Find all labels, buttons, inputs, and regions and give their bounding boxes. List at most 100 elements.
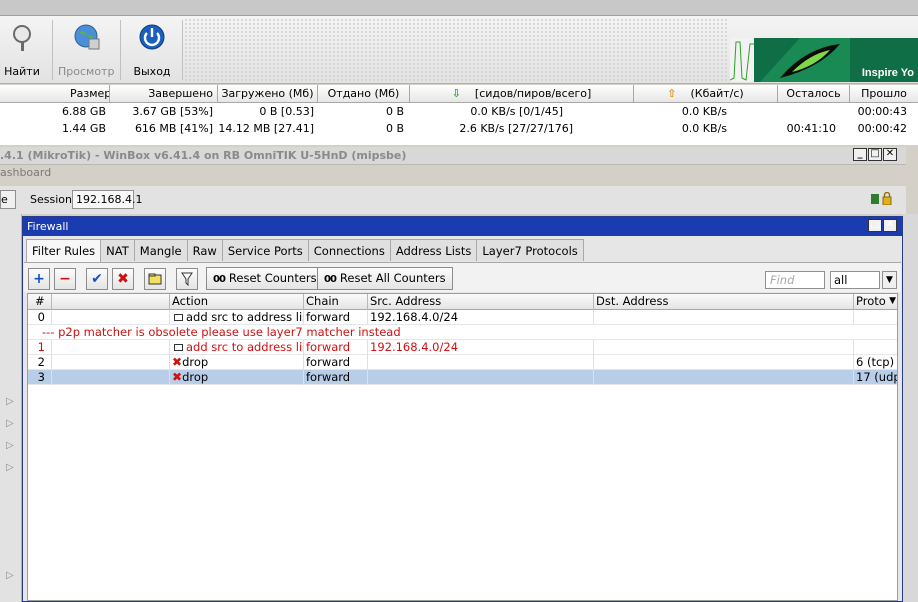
tab-raw[interactable]: Raw: [186, 239, 223, 261]
session-label: Session:: [30, 193, 76, 206]
submenu-arrow-icon[interactable]: ▷: [6, 418, 14, 429]
cell-action: ✖drop: [170, 355, 304, 370]
session-field[interactable]: 192.168.4.1: [72, 190, 142, 209]
tab-mangle[interactable]: Mangle: [133, 239, 188, 261]
speed-graph: [730, 38, 754, 82]
col-speed[interactable]: ⇧ (Кбайт/с): [634, 85, 778, 103]
cell-chain: forward: [304, 355, 368, 370]
dashboard-label: ashboard: [0, 166, 52, 179]
col-number[interactable]: #: [28, 294, 52, 310]
cell-uploaded: 0 B: [385, 105, 404, 118]
firewall-titlebar[interactable]: Firewall □ ✕: [23, 217, 902, 236]
tab-filter-rules[interactable]: Filter Rules: [26, 239, 102, 262]
col-chain[interactable]: Chain: [304, 294, 368, 310]
counter-icon: 00: [324, 274, 337, 285]
table-row-selected[interactable]: 3 ✖drop forward 17 (udp): [28, 370, 897, 385]
download-arrow-icon: ⇩: [451, 87, 461, 100]
remove-icon[interactable]: −: [54, 268, 76, 290]
drop-x-icon: ✖: [172, 370, 183, 384]
status-indicator-icon: [871, 194, 879, 204]
workspace-edge: [903, 214, 918, 602]
tab-address-lists[interactable]: Address Lists: [389, 239, 478, 261]
cell-blank: [52, 355, 170, 370]
sort-arrow-icon: ▼: [889, 296, 896, 306]
table-row[interactable]: 0 add src to address list forward 192.16…: [28, 310, 897, 325]
firewall-window: Firewall □ ✕ Filter Rules NAT Mangle Raw…: [22, 216, 903, 602]
dropdown-arrow-icon[interactable]: ▼: [882, 271, 897, 289]
preview-button[interactable]: Просмотр: [58, 22, 114, 80]
cell-done: 3.67 GB [53%]: [132, 105, 213, 118]
cell-dst-address: [594, 340, 854, 355]
col-speed-label: (Кбайт/с): [690, 87, 744, 100]
cell-action-text: add src to address list: [186, 310, 304, 324]
torrent-row[interactable]: 6.88 GB 3.67 GB [53%] 0 B [0.53] 0 B 0.0…: [0, 103, 918, 120]
exit-button[interactable]: Выход: [128, 22, 176, 80]
tab-layer7-protocols[interactable]: Layer7 Protocols: [476, 239, 584, 261]
side-menu-button[interactable]: e: [0, 190, 16, 209]
table-row-disabled[interactable]: 1 add src to address list forward 192.16…: [28, 340, 897, 355]
winbox-titlebar[interactable]: .4.1 (MikroTik) - WinBox v6.41.4 on RB O…: [0, 147, 906, 165]
col-dst-address[interactable]: Dst. Address: [594, 294, 854, 310]
submenu-arrow-icon[interactable]: ▷: [6, 462, 14, 473]
tab-service-ports[interactable]: Service Ports: [221, 239, 309, 261]
cell-dst-address: [594, 370, 854, 385]
enable-check-icon[interactable]: ✔: [86, 268, 108, 290]
cell-speed: 0.0 KB/s: [681, 105, 727, 118]
cell-peers: 2.6 KB/s [27/27/176]: [459, 122, 573, 135]
reset-counters-label: Reset Counters: [228, 271, 317, 285]
col-src-address[interactable]: Src. Address: [368, 294, 594, 310]
power-icon: [139, 24, 165, 50]
col-proto[interactable]: Proto ▼: [854, 294, 897, 310]
col-remaining[interactable]: Осталось: [778, 85, 850, 103]
find-icon: [13, 25, 31, 51]
maximize-icon[interactable]: □: [868, 219, 882, 232]
col-done[interactable]: Завершено: [110, 85, 218, 103]
disable-x-icon[interactable]: ✖: [112, 268, 134, 290]
close-icon[interactable]: ✕: [883, 219, 897, 232]
comment-note-icon[interactable]: [144, 268, 166, 290]
ad-banner[interactable]: B Inspire Yo: [730, 38, 918, 82]
add-icon[interactable]: +: [28, 268, 50, 290]
col-blank[interactable]: [52, 294, 170, 310]
cell-blank: [52, 370, 170, 385]
find-input[interactable]: Find: [765, 271, 825, 289]
col-peers[interactable]: ⇩ [сидов/пиров/всего]: [410, 85, 634, 103]
rule-comment[interactable]: --- p2p matcher is obsolete please use l…: [28, 325, 897, 340]
cell-src-address: [368, 370, 594, 385]
col-peers-label: [сидов/пиров/всего]: [474, 87, 592, 100]
counter-icon: 00: [213, 274, 226, 285]
torrent-row[interactable]: 1.44 GB 616 MB [41%] 14.12 MB [27.41] 0 …: [0, 120, 918, 137]
filter-select[interactable]: all: [830, 271, 880, 289]
cell-chain: forward: [304, 340, 368, 355]
col-size[interactable]: Размер: [0, 85, 110, 103]
filter-funnel-icon[interactable]: [176, 268, 198, 290]
cell-size: 1.44 GB: [61, 122, 106, 135]
cell-peers: 0.0 KB/s [0/1/45]: [470, 105, 563, 118]
cell-chain: forward: [304, 370, 368, 385]
tab-nat[interactable]: NAT: [100, 239, 135, 261]
table-row[interactable]: 2 ✖drop forward 6 (tcp): [28, 355, 897, 370]
torrent-title-strip: [0, 0, 918, 16]
tab-connections[interactable]: Connections: [307, 239, 391, 261]
cell-size: 6.88 GB: [61, 105, 106, 118]
find-button[interactable]: Найти: [4, 22, 40, 80]
col-action[interactable]: Action: [170, 294, 304, 310]
submenu-arrow-icon[interactable]: ▷: [6, 440, 14, 451]
cell-action-text: add src to address list: [186, 340, 304, 354]
minimize-icon[interactable]: _: [853, 148, 867, 161]
reset-all-counters-button[interactable]: 00 Reset All Counters: [317, 267, 453, 290]
torrent-list: 6.88 GB 3.67 GB [53%] 0 B [0.53] 0 B 0.0…: [0, 103, 918, 145]
cat-eye-icon: [760, 38, 850, 82]
cell-blank: [52, 340, 170, 355]
close-icon[interactable]: ✕: [883, 148, 897, 161]
col-elapsed[interactable]: Прошло: [850, 85, 918, 103]
side-menu: ▷ ▷ ▷ ▷ ▷: [0, 214, 22, 602]
cell-elapsed: 00:00:42: [857, 122, 907, 135]
winbox-window-controls: _ □ ✕: [853, 148, 897, 161]
maximize-icon[interactable]: □: [868, 148, 882, 161]
submenu-arrow-icon[interactable]: ▷: [6, 570, 14, 581]
reset-counters-button[interactable]: 00 Reset Counters: [206, 267, 324, 290]
col-downloaded[interactable]: Загружено (Мб): [218, 85, 318, 103]
submenu-arrow-icon[interactable]: ▷: [6, 396, 14, 407]
col-uploaded[interactable]: Отдано (Мб): [318, 85, 410, 103]
